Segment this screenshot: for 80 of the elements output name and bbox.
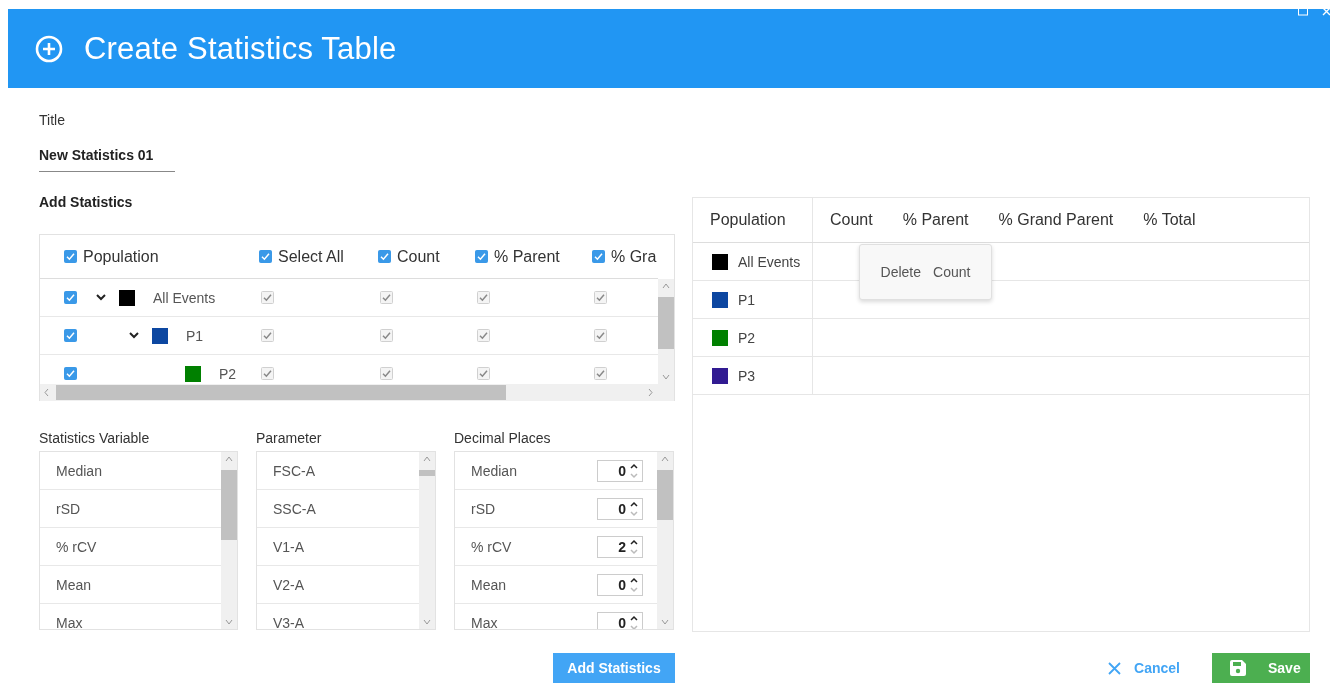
- column-header: Select All: [278, 247, 344, 266]
- spinner-value: 0: [618, 576, 626, 593]
- checkbox[interactable]: [594, 329, 607, 342]
- number-spinner[interactable]: 0: [597, 573, 643, 596]
- dialog-title: Create Statistics Table: [84, 30, 397, 67]
- spinner-value: 0: [618, 500, 626, 517]
- column-header: % Parent: [902, 211, 969, 229]
- chevron-down-icon[interactable]: [129, 332, 139, 339]
- population-name: P1: [738, 291, 756, 308]
- population-name: All Events: [738, 253, 801, 270]
- checkbox[interactable]: [261, 291, 274, 304]
- section-heading: Add Statistics: [39, 194, 134, 210]
- checkbox[interactable]: [380, 329, 393, 342]
- list-item[interactable]: % rCV: [56, 538, 97, 555]
- checkbox[interactable]: [477, 329, 490, 342]
- column-header: % Grand Parent: [998, 211, 1114, 229]
- number-spinner[interactable]: 0: [597, 611, 643, 629]
- scrollbar[interactable]: [221, 452, 237, 629]
- field-label: Title: [39, 112, 66, 128]
- population-name: P2: [738, 329, 756, 346]
- statistic-name: rSD: [471, 500, 496, 517]
- column-header: % Parent: [494, 247, 560, 266]
- chevron-down-icon[interactable]: [96, 294, 106, 301]
- column-header: Count: [830, 211, 873, 229]
- checkbox[interactable]: [477, 291, 490, 304]
- list-label: Parameter: [256, 431, 323, 445]
- column-header: Population: [83, 247, 159, 266]
- population-name: All Events: [153, 289, 216, 306]
- list-item[interactable]: V2-A: [273, 576, 305, 593]
- checkbox[interactable]: [592, 250, 605, 263]
- checkbox[interactable]: [261, 329, 274, 342]
- scrollbar[interactable]: [40, 384, 674, 401]
- statistic-name: Max: [471, 614, 498, 629]
- column-header: % Total: [1143, 211, 1196, 229]
- close-icon: [1108, 661, 1122, 675]
- spinner-value: 0: [618, 614, 626, 629]
- number-spinner[interactable]: 0: [597, 497, 643, 520]
- scrollbar[interactable]: [657, 452, 673, 629]
- title-field[interactable]: New Statistics 01: [39, 147, 175, 172]
- list-item[interactable]: Max: [56, 614, 83, 629]
- checkbox[interactable]: [594, 291, 607, 304]
- checkbox[interactable]: [475, 250, 488, 263]
- statistic-name: Mean: [471, 576, 507, 593]
- add-icon: [35, 34, 63, 63]
- list-item[interactable]: V3-A: [273, 614, 305, 629]
- list-label: Decimal Places: [454, 431, 552, 445]
- list-label: Statistics Variable: [39, 431, 151, 445]
- spinner-value: 0: [618, 462, 626, 479]
- population-name: P2: [219, 365, 237, 382]
- checkbox[interactable]: [259, 250, 272, 263]
- checkbox[interactable]: [64, 329, 77, 342]
- list-item[interactable]: Median: [56, 462, 102, 479]
- population-name: P3: [738, 367, 756, 384]
- checkbox[interactable]: [477, 367, 490, 380]
- checkbox[interactable]: [64, 250, 77, 263]
- checkbox[interactable]: [261, 367, 274, 380]
- checkbox[interactable]: [64, 367, 77, 380]
- number-spinner[interactable]: 2: [597, 535, 643, 558]
- checkbox[interactable]: [380, 367, 393, 380]
- list-item[interactable]: FSC-A: [273, 462, 315, 479]
- column-header: Count: [397, 247, 440, 266]
- menu-item[interactable]: Delete: [880, 264, 922, 280]
- menu-item[interactable]: Count: [933, 264, 971, 280]
- scrollbar[interactable]: [658, 279, 674, 384]
- spinner-value: 2: [618, 538, 626, 555]
- list-item[interactable]: rSD: [56, 500, 81, 517]
- statistic-name: Median: [471, 462, 517, 479]
- checkbox[interactable]: [378, 250, 391, 263]
- checkbox[interactable]: [594, 367, 607, 380]
- list-item[interactable]: V1-A: [273, 538, 305, 555]
- number-spinner[interactable]: 0: [597, 459, 643, 482]
- checkbox[interactable]: [380, 291, 393, 304]
- list-item[interactable]: SSC-A: [273, 500, 316, 517]
- scrollbar[interactable]: [419, 452, 435, 629]
- list-item[interactable]: Mean: [56, 576, 92, 593]
- statistic-name: % rCV: [471, 538, 512, 555]
- column-header: Population: [710, 211, 786, 229]
- population-name: P1: [186, 327, 204, 344]
- checkbox[interactable]: [64, 291, 77, 304]
- column-header: % Gra: [611, 247, 657, 266]
